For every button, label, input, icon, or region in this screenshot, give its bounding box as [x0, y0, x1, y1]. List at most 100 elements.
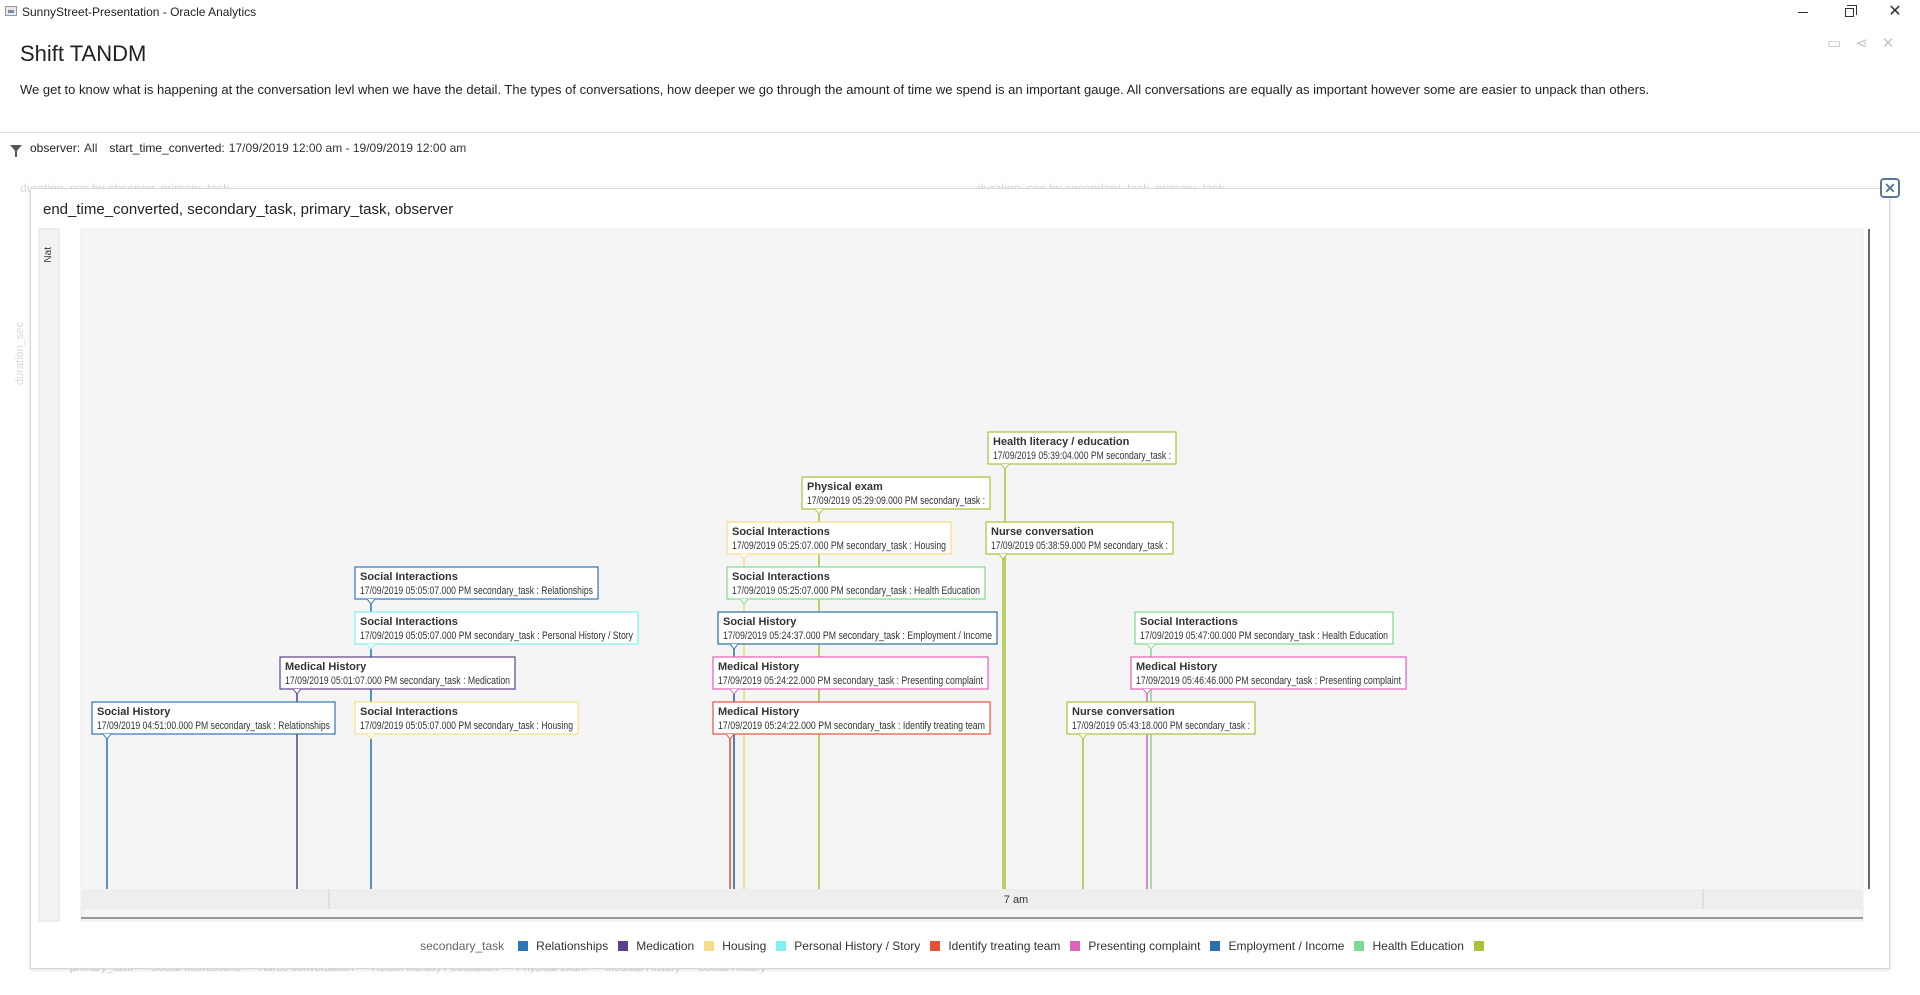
event-card[interactable]: Social Interactions 17/09/2019 05:05:07.0…	[354, 611, 639, 650]
event-detail: 17/09/2019 04:51:00.000 PM secondary_tas…	[97, 720, 330, 732]
legend-swatch	[776, 941, 787, 951]
legend-label: Presenting complaint	[1088, 939, 1201, 953]
event-card[interactable]: Social History 17/09/2019 05:24:37.000 PM…	[717, 611, 998, 650]
event-detail: 17/09/2019 05:05:07.000 PM secondary_tas…	[360, 630, 633, 642]
event-detail: 17/09/2019 05:47:00.000 PM secondary_tas…	[1140, 630, 1388, 642]
window-titlebar: SunnyStreet-Presentation - Oracle Analyt…	[0, 0, 1920, 24]
bg-y-label: duration_sec	[14, 322, 26, 385]
axis-tick-label: 7 am	[1004, 894, 1028, 906]
close-window-button[interactable]: ✕	[1872, 0, 1918, 24]
row-header	[38, 228, 60, 922]
minimize-icon	[1798, 11, 1808, 13]
header-divider	[0, 132, 1920, 133]
event-title: Medical History	[718, 661, 800, 673]
event-title: Social Interactions	[1140, 616, 1238, 628]
maximize-button[interactable]	[1826, 0, 1872, 24]
legend-item-identify-treating-team[interactable]: Identify treating team	[930, 939, 1060, 953]
legend-label: Relationships	[536, 939, 609, 953]
legend-label: Health Education	[1372, 939, 1464, 953]
event-card[interactable]: Social Interactions 17/09/2019 05:05:07.0…	[354, 566, 599, 605]
legend-swatch	[930, 941, 941, 951]
legend-swatch	[618, 941, 629, 951]
event-title: Social Interactions	[732, 526, 830, 538]
event-detail: 17/09/2019 05:24:37.000 PM secondary_tas…	[723, 630, 992, 642]
event-title: Medical History	[718, 706, 800, 718]
chart-legend: secondary_task Relationships Medication …	[31, 939, 1891, 953]
event-detail: 17/09/2019 05:05:07.000 PM secondary_tas…	[360, 585, 593, 597]
header-actions: ▭ ⋖ ✕	[1827, 34, 1894, 52]
legend-swatch	[704, 941, 715, 951]
event-card[interactable]: Social Interactions 17/09/2019 05:47:00.0…	[1134, 611, 1394, 650]
event-title: Social Interactions	[360, 571, 458, 583]
legend-swatch	[1070, 941, 1081, 951]
event-title: Physical exam	[807, 481, 883, 493]
event-card[interactable]: Nurse conversation 17/09/2019 05:38:59.00…	[985, 521, 1174, 560]
filter-observer-key[interactable]: observer:	[30, 141, 80, 155]
legend-item-relationships[interactable]: Relationships	[518, 939, 608, 953]
legend-item-personal-history[interactable]: Personal History / Story	[776, 939, 920, 953]
event-detail: 17/09/2019 05:38:59.000 PM secondary_tas…	[991, 540, 1168, 552]
restore-viz-button[interactable]: ✕	[1880, 178, 1900, 198]
timeline-chart[interactable]: Nat Social History 17/09/2019 04:51:00.00…	[37, 227, 1885, 927]
event-card[interactable]: Physical exam 17/09/2019 05:29:09.000 PM …	[801, 476, 991, 515]
filter-observer-value[interactable]: All	[84, 141, 97, 155]
event-title: Social Interactions	[360, 616, 458, 628]
event-detail: 17/09/2019 05:01:07.000 PM secondary_tas…	[285, 675, 510, 687]
legend-item-housing[interactable]: Housing	[704, 939, 766, 953]
row-label: Nat	[43, 247, 54, 263]
event-card[interactable]: Social Interactions 17/09/2019 05:25:07.0…	[726, 521, 952, 560]
legend-label: Medication	[636, 939, 695, 953]
event-card[interactable]: Social History 17/09/2019 04:51:00.000 PM…	[91, 701, 336, 740]
event-detail: 17/09/2019 05:39:04.000 PM secondary_tas…	[993, 450, 1171, 462]
minimize-button[interactable]	[1780, 0, 1826, 24]
legend-item-employment-income[interactable]: Employment / Income	[1210, 939, 1344, 953]
legend-label: Personal History / Story	[794, 939, 921, 953]
event-title: Social History	[723, 616, 797, 628]
legend-item-health-education[interactable]: Health Education	[1354, 939, 1464, 953]
legend-swatch	[1210, 941, 1221, 951]
legend-swatch	[1354, 941, 1365, 951]
comment-icon[interactable]: ▭	[1827, 34, 1841, 52]
filter-icon[interactable]	[10, 144, 22, 157]
event-detail: 17/09/2019 05:46:46.000 PM secondary_tas…	[1136, 675, 1401, 687]
event-title: Social Interactions	[732, 571, 830, 583]
close-icon: ✕	[1888, 3, 1902, 20]
timeline-svg[interactable]: Nat Social History 17/09/2019 04:51:00.00…	[37, 227, 1885, 927]
legend-item-presenting-complaint[interactable]: Presenting complaint	[1070, 939, 1200, 953]
legend-swatch	[1473, 941, 1484, 951]
legend-label: Identify treating team	[948, 939, 1061, 953]
event-card[interactable]: Nurse conversation 17/09/2019 05:43:18.00…	[1066, 701, 1256, 740]
window-title: SunnyStreet-Presentation - Oracle Analyt…	[22, 5, 257, 19]
legend-swatch	[518, 941, 529, 951]
event-title: Medical History	[1136, 661, 1218, 673]
page-description: We get to know what is happening at the …	[20, 82, 1650, 97]
event-title: Medical History	[285, 661, 367, 673]
filter-start-time-key[interactable]: start_time_converted:	[109, 141, 224, 155]
event-detail: 17/09/2019 05:24:22.000 PM secondary_tas…	[718, 720, 985, 732]
event-card[interactable]: Social Interactions 17/09/2019 05:05:07.0…	[354, 701, 579, 740]
event-card[interactable]: Medical History 17/09/2019 05:24:22.000 P…	[712, 656, 989, 695]
time-axis	[81, 889, 1863, 909]
event-detail: 17/09/2019 05:25:07.000 PM secondary_tas…	[732, 585, 980, 597]
event-title: Social History	[97, 706, 171, 718]
event-card[interactable]: Medical History 17/09/2019 05:46:46.000 P…	[1130, 656, 1407, 695]
app-icon	[5, 6, 17, 16]
event-detail: 17/09/2019 05:25:07.000 PM secondary_tas…	[732, 540, 946, 552]
legend-title: secondary_task	[420, 939, 505, 953]
event-title: Social Interactions	[360, 706, 458, 718]
event-detail: 17/09/2019 05:05:07.000 PM secondary_tas…	[360, 720, 573, 732]
viz-title: end_time_converted, secondary_task, prim…	[43, 201, 454, 218]
event-title: Nurse conversation	[1072, 706, 1175, 718]
legend-item-medication[interactable]: Medication	[618, 939, 694, 953]
event-card[interactable]: Medical History 17/09/2019 05:24:22.000 P…	[712, 701, 991, 740]
event-detail: 17/09/2019 05:29:09.000 PM secondary_tas…	[807, 495, 985, 507]
legend-item-null[interactable]	[1473, 941, 1492, 951]
close-story-icon[interactable]: ✕	[1882, 34, 1895, 52]
filter-start-time-value[interactable]: 17/09/2019 12:00 am - 19/09/2019 12:00 a…	[229, 141, 467, 155]
event-card[interactable]: Social Interactions 17/09/2019 05:25:07.0…	[726, 566, 986, 605]
event-card[interactable]: Health literacy / education 17/09/2019 05…	[987, 431, 1177, 470]
event-card[interactable]: Medical History 17/09/2019 05:01:07.000 P…	[279, 656, 516, 695]
event-title: Health literacy / education	[993, 436, 1130, 448]
legend-label: Employment / Income	[1228, 939, 1345, 953]
share-icon[interactable]: ⋖	[1855, 34, 1868, 52]
